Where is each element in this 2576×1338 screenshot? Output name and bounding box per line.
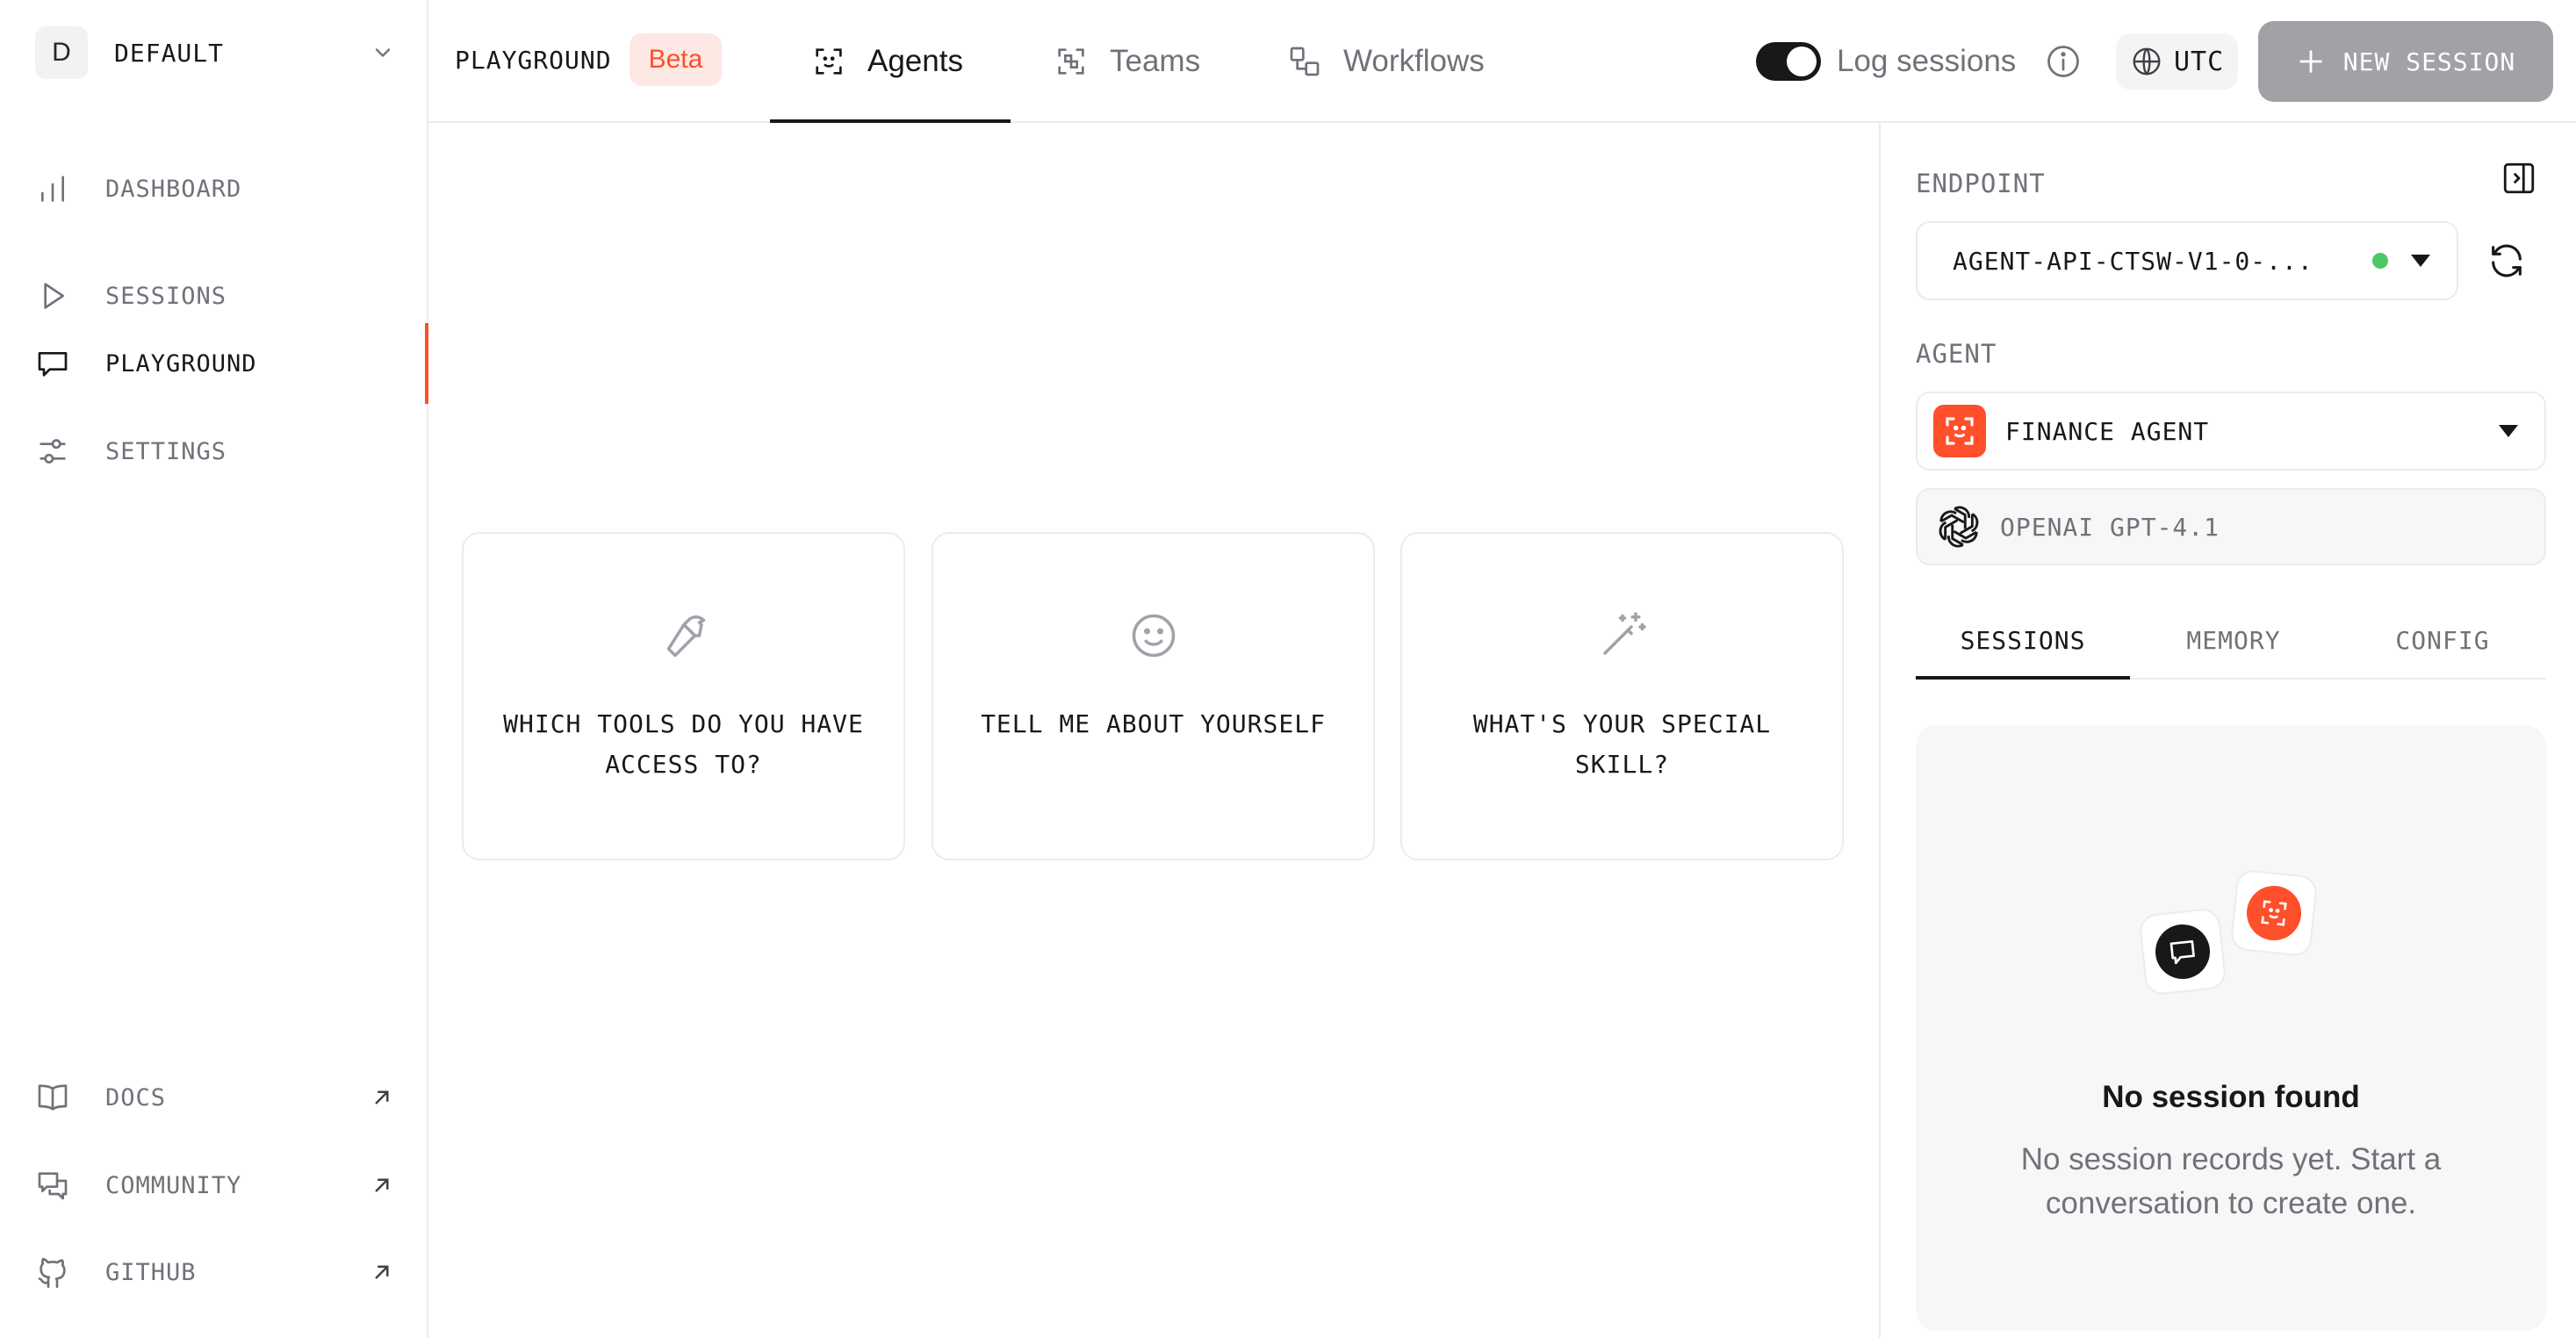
agent-label: AGENT xyxy=(1916,339,1997,369)
github-icon xyxy=(35,1255,70,1290)
tab-label: Teams xyxy=(1110,44,1201,78)
empty-sessions-state: No session found No session records yet.… xyxy=(1916,725,2546,1331)
top-bar: PLAYGROUND Beta Agents Teams Workflows L… xyxy=(428,0,2576,123)
chevron-down-icon xyxy=(371,40,395,65)
panel-tab-memory[interactable]: MEMORY xyxy=(2128,615,2339,680)
endpoint-label: ENDPOINT xyxy=(1916,169,2046,198)
timezone-button[interactable]: UTC xyxy=(2116,33,2239,90)
agent-scan-icon xyxy=(811,44,846,79)
active-panel-tab-indicator xyxy=(1916,676,2130,680)
active-tab-indicator xyxy=(770,119,1011,123)
chat-bubble-icon xyxy=(35,346,70,381)
empty-state-agent-tile xyxy=(2229,868,2319,958)
breadcrumb-label: PLAYGROUND xyxy=(455,45,612,75)
plus-icon xyxy=(2296,47,2326,76)
agent-avatar-icon xyxy=(1933,405,1986,457)
sidebar-link-github[interactable]: GITHUB xyxy=(35,1241,404,1303)
suggestion-text: WHICH TOOLS DO YOU HAVE ACCESS TO? xyxy=(503,709,864,779)
panel-tab-config[interactable]: CONFIG xyxy=(2337,615,2548,680)
sidebar-link-label: DOCS xyxy=(105,1083,167,1111)
tab-workflows[interactable]: Workflows xyxy=(1287,0,1485,123)
caret-down-icon xyxy=(2411,255,2430,267)
suggestion-card-skill[interactable]: WHAT'S YOUR SPECIAL SKILL? xyxy=(1400,532,1844,860)
sidebar-link-docs[interactable]: DOCS xyxy=(35,1067,404,1128)
suggestion-text: WHAT'S YOUR SPECIAL SKILL? xyxy=(1472,709,1772,779)
globe-icon xyxy=(2130,45,2163,78)
empty-state-title: No session found xyxy=(2102,1080,2360,1114)
sidebar-item-label: SETTINGS xyxy=(105,437,227,465)
bar-chart-icon xyxy=(35,171,70,206)
caret-down-icon xyxy=(2499,425,2518,437)
suggestion-text: TELL ME ABOUT YOURSELF xyxy=(981,709,1326,738)
sidebar: D DEFAULT DASHBOARD SESSIONS PLAYGROUND … xyxy=(0,0,428,1338)
external-link-icon xyxy=(369,1259,395,1285)
sidebar-item-label: SESSIONS xyxy=(105,282,227,310)
model-display: OPENAI GPT-4.1 xyxy=(1916,488,2546,565)
teams-icon xyxy=(1054,44,1089,79)
suggestion-card-tools[interactable]: WHICH TOOLS DO YOU HAVE ACCESS TO? xyxy=(462,532,905,860)
refresh-icon[interactable] xyxy=(2486,241,2527,281)
play-icon xyxy=(35,278,70,313)
timezone-label: UTC xyxy=(2174,46,2225,77)
empty-state-description: No session records yet. Start a conversa… xyxy=(2020,1142,2442,1220)
sidebar-link-community[interactable]: COMMUNITY xyxy=(35,1155,404,1216)
workflow-icon xyxy=(1287,44,1322,79)
agent-value: FINANCE AGENT xyxy=(2005,416,2210,446)
tab-teams[interactable]: Teams xyxy=(1054,0,1200,123)
chat-bubble-icon xyxy=(2152,921,2213,982)
endpoint-select[interactable]: AGENT-API-CTSW-V1-0-... xyxy=(1916,221,2458,300)
new-session-label: NEW SESSION xyxy=(2342,47,2516,76)
log-sessions-toggle[interactable] xyxy=(1756,42,1821,81)
sidebar-item-label: DASHBOARD xyxy=(105,175,242,203)
tab-label: Workflows xyxy=(1343,44,1485,78)
magic-wand-icon xyxy=(1596,609,1649,662)
sidebar-item-settings[interactable]: SETTINGS xyxy=(35,421,404,482)
sidebar-link-label: GITHUB xyxy=(105,1258,197,1286)
new-session-button[interactable]: NEW SESSION xyxy=(2258,21,2553,102)
messages-icon xyxy=(35,1168,70,1203)
info-icon[interactable] xyxy=(2044,42,2083,81)
panel-collapse-icon[interactable] xyxy=(2500,160,2537,197)
model-value: OPENAI GPT-4.1 xyxy=(2000,512,2220,542)
sliders-icon xyxy=(35,434,70,469)
sidebar-item-label: PLAYGROUND xyxy=(105,349,257,378)
sidebar-link-label: COMMUNITY xyxy=(105,1171,242,1199)
agent-scan-icon xyxy=(2243,882,2305,944)
openai-logo-icon xyxy=(1933,501,1984,552)
smile-icon xyxy=(1127,609,1180,662)
breadcrumb: PLAYGROUND Beta xyxy=(455,33,723,86)
external-link-icon xyxy=(369,1172,395,1198)
tab-label: Agents xyxy=(867,44,963,78)
active-nav-indicator xyxy=(425,323,428,404)
tab-agents[interactable]: Agents xyxy=(811,0,963,123)
book-icon xyxy=(35,1080,70,1115)
beta-badge: Beta xyxy=(629,33,723,86)
workspace-switcher[interactable]: D DEFAULT xyxy=(35,26,395,79)
panel-tab-sessions[interactable]: SESSIONS xyxy=(1918,615,2128,680)
agent-select[interactable]: FINANCE AGENT xyxy=(1916,392,2546,471)
log-sessions-label: Log sessions xyxy=(1837,44,2017,78)
workspace-avatar: D xyxy=(35,26,88,79)
hammer-icon xyxy=(658,609,710,662)
empty-state-chat-tile xyxy=(2138,907,2227,996)
toggle-knob xyxy=(1787,47,1817,76)
workspace-name: DEFAULT xyxy=(114,38,225,68)
external-link-icon xyxy=(369,1084,395,1111)
endpoint-value: AGENT-API-CTSW-V1-0-... xyxy=(1953,246,2313,276)
endpoint-status-dot xyxy=(2372,253,2388,269)
suggestion-card-about[interactable]: TELL ME ABOUT YOURSELF xyxy=(932,532,1375,860)
sidebar-item-sessions[interactable]: SESSIONS xyxy=(35,265,404,327)
sidebar-item-playground[interactable]: PLAYGROUND xyxy=(35,333,404,394)
sidebar-item-dashboard[interactable]: DASHBOARD xyxy=(35,158,404,219)
